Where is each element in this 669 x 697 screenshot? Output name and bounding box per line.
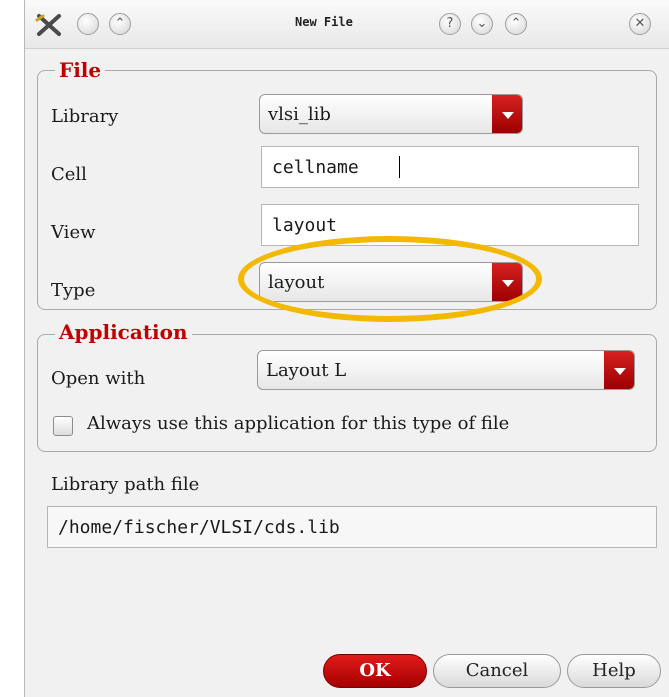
window-title: New File: [295, 15, 353, 29]
text-cursor: [399, 156, 400, 178]
minimize-button[interactable]: ⌄: [471, 13, 493, 35]
shade-button[interactable]: ⌃: [109, 13, 131, 35]
file-group-legend: File: [55, 58, 106, 82]
view-input-value: layout: [272, 215, 338, 236]
question-icon: ?: [446, 16, 454, 31]
library-label: Library: [51, 106, 119, 127]
dropdown-arrow-icon: [492, 95, 522, 133]
app-icon: [35, 14, 61, 36]
application-group-legend: Application: [55, 320, 192, 344]
dropdown-arrow-icon: [492, 263, 522, 301]
library-select[interactable]: vlsi_lib: [259, 94, 523, 134]
type-label: Type: [51, 280, 96, 301]
maximize-button[interactable]: ⌃: [505, 13, 527, 35]
title-bar: ⌃ New File ? ⌄ ⌃ ✕: [25, 0, 669, 49]
view-input[interactable]: layout: [261, 204, 639, 246]
library-path-field: /home/fischer/VLSI/cds.lib: [47, 506, 657, 548]
open-with-select-value: Layout L: [266, 360, 347, 381]
always-use-label: Always use this application for this typ…: [87, 413, 510, 434]
cancel-button[interactable]: Cancel: [433, 654, 561, 688]
view-label: View: [51, 222, 96, 243]
help-dialog-button[interactable]: Help: [567, 654, 661, 688]
type-select[interactable]: layout: [259, 262, 523, 302]
minimize-dot-button[interactable]: [77, 13, 99, 35]
cell-input[interactable]: cellname: [261, 146, 639, 188]
dropdown-arrow-icon: [604, 351, 634, 389]
always-use-checkbox[interactable]: [53, 416, 73, 436]
chevron-up-icon: ⌃: [510, 16, 522, 31]
close-icon: ✕: [634, 16, 646, 31]
help-button[interactable]: ?: [439, 13, 461, 35]
chevron-down-icon: ⌄: [476, 16, 488, 31]
open-with-select[interactable]: Layout L: [257, 350, 635, 390]
library-path-value: /home/fischer/VLSI/cds.lib: [58, 517, 340, 538]
close-button[interactable]: ✕: [629, 13, 651, 35]
library-path-label: Library path file: [51, 474, 200, 495]
type-select-value: layout: [268, 272, 325, 293]
cell-input-value: cellname: [272, 157, 359, 178]
new-file-dialog: ⌃ New File ? ⌄ ⌃ ✕ File Library vlsi_lib…: [24, 0, 669, 697]
ok-button[interactable]: OK: [323, 654, 427, 688]
library-select-value: vlsi_lib: [268, 104, 331, 125]
open-with-label: Open with: [51, 368, 146, 389]
cell-label: Cell: [51, 164, 87, 185]
chevron-up-double-icon: ⌃: [114, 16, 126, 31]
